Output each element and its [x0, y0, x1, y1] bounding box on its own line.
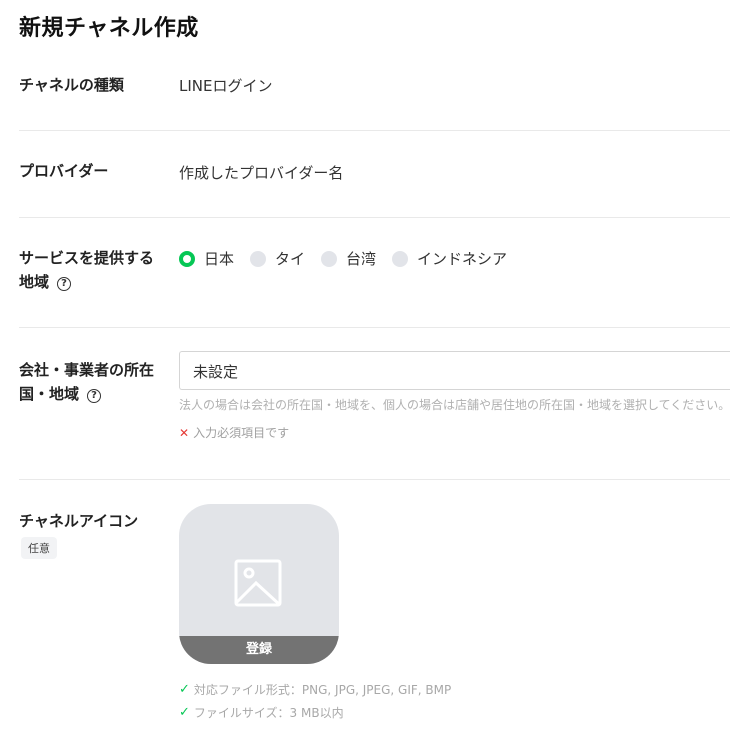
company-country-error: ✕ 入力必須項目です: [179, 424, 289, 441]
help-icon[interactable]: ?: [87, 389, 102, 403]
error-text: 入力必須項目です: [193, 426, 290, 440]
file-size-requirement: ✓ ファイルサイズ：3 MB以内: [179, 704, 344, 721]
provider-label: プロバイダー: [19, 162, 109, 180]
region-option-taiwan[interactable]: 台湾: [321, 248, 376, 269]
provider-value: 作成したプロバイダー名: [179, 164, 344, 182]
region-option-label: タイ: [275, 250, 306, 268]
image-placeholder-icon: [234, 559, 282, 607]
company-country-label: 会社・事業者の所在 国・地域?: [19, 358, 169, 406]
check-icon: ✓: [179, 705, 190, 720]
region-row: サービスを提供する 地域? 日本 タイ 台湾 インドネシア: [19, 218, 730, 328]
region-radio-group: 日本 タイ 台湾 インドネシア: [179, 248, 523, 269]
region-option-thailand[interactable]: タイ: [250, 248, 305, 269]
radio-unchecked-icon[interactable]: [321, 250, 338, 267]
region-label-line1: サービスを提供する: [19, 249, 155, 267]
region-option-label: インドネシア: [417, 250, 508, 268]
requirement-text: ファイルサイズ：3 MB以内: [193, 706, 344, 720]
channel-icon-label: チャネルアイコン: [19, 512, 139, 530]
region-label-line2: 地域: [19, 273, 50, 291]
channel-type-row: チャネルの種類 LINEログイン: [19, 52, 730, 131]
provider-row: プロバイダー 作成したプロバイダー名: [19, 131, 730, 218]
region-option-indonesia[interactable]: インドネシア: [392, 248, 507, 269]
channel-icon-upload[interactable]: 登録: [179, 504, 339, 664]
region-option-japan[interactable]: 日本: [179, 248, 234, 269]
file-format-requirement: ✓ 対応ファイル形式：PNG, JPG, JPEG, GIF, BMP: [179, 681, 451, 698]
radio-unchecked-icon[interactable]: [392, 250, 409, 267]
page-title: 新規チャネル作成: [19, 16, 199, 41]
check-icon: ✓: [179, 682, 190, 697]
radio-unchecked-icon[interactable]: [250, 250, 267, 267]
region-option-label: 台湾: [346, 250, 377, 268]
register-button[interactable]: 登録: [179, 636, 339, 664]
requirement-text: 対応ファイル形式：PNG, JPG, JPEG, GIF, BMP: [193, 683, 452, 697]
company-country-select[interactable]: 未設定: [179, 351, 730, 390]
channel-icon-row: チャネルアイコン 任意 登録 ✓ 対応ファイル形式：PNG, JPG, JPEG…: [19, 480, 730, 739]
company-country-hint: 法人の場合は会社の所在国・地域を、個人の場合は店舗や居住地の所在国・地域を選択し…: [179, 398, 730, 412]
optional-badge: 任意: [21, 537, 57, 559]
channel-type-value: LINEログイン: [179, 77, 273, 95]
radio-checked-icon[interactable]: [179, 250, 195, 267]
help-icon[interactable]: ?: [57, 277, 72, 291]
company-country-label-line1: 会社・事業者の所在: [19, 361, 155, 379]
company-country-label-line2: 国・地域: [19, 385, 80, 403]
region-option-label: 日本: [204, 250, 235, 268]
channel-type-label: チャネルの種類: [19, 76, 124, 94]
error-x-icon: ✕: [179, 426, 190, 440]
company-country-row: 会社・事業者の所在 国・地域? 未設定 法人の場合は会社の所在国・地域を、個人の…: [19, 328, 730, 480]
region-label: サービスを提供する 地域?: [19, 246, 169, 294]
